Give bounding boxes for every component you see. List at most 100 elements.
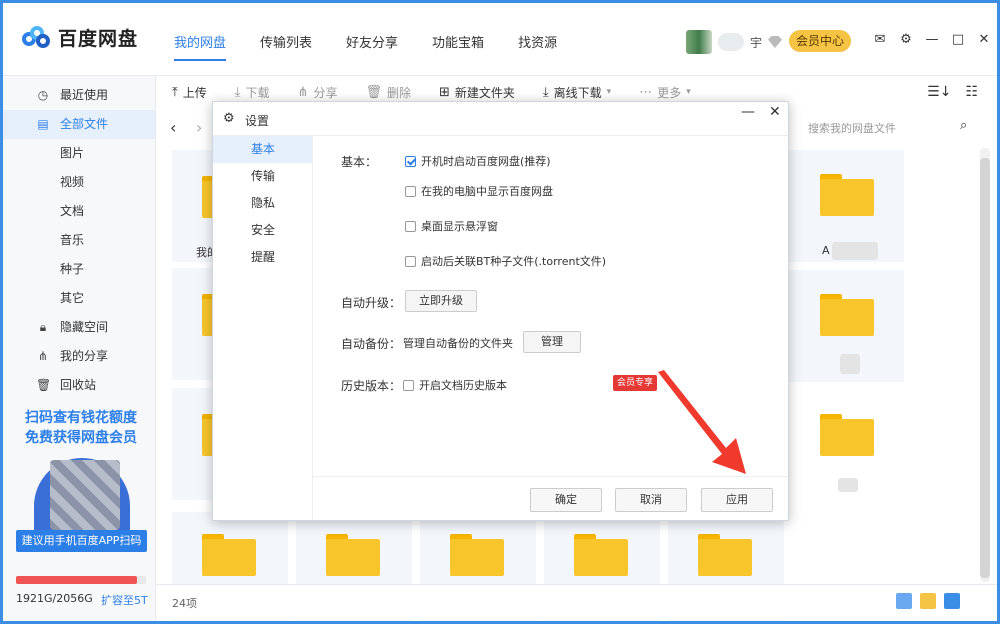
settings-tab-privacy[interactable]: 隐私: [213, 190, 312, 217]
lock-status-icon[interactable]: [944, 593, 960, 609]
forward-arrow-icon[interactable]: ›: [196, 118, 202, 137]
gear-icon: ⚙: [223, 111, 235, 126]
tab-transfer[interactable]: 传输列表: [260, 32, 312, 62]
settings-tab-reminder[interactable]: 提醒: [213, 244, 312, 271]
delete-button[interactable]: 🗑︎ 删除: [365, 84, 411, 101]
sidebar-item-recycle-bin[interactable]: 🗑︎ 回收站: [0, 371, 155, 400]
sidebar-item-my-shares[interactable]: ⋔ 我的分享: [0, 342, 155, 371]
grid-view-icon[interactable]: [896, 593, 912, 609]
cloud-logo-icon: [22, 25, 50, 50]
history-version-checkbox[interactable]: 开启文档历史版本: [403, 377, 507, 393]
promo-banner[interactable]: 扫码查有钱花额度 免费获得网盘会员 建议用手机百度APP扫码: [16, 408, 147, 558]
user-area[interactable]: 宇: [686, 30, 783, 54]
new-folder-icon: ⊞: [438, 84, 450, 100]
manage-backup-button[interactable]: 管理: [523, 331, 581, 353]
ok-button[interactable]: 确定: [530, 488, 602, 512]
app-name: 百度网盘: [58, 28, 139, 50]
settings-basic-panel: 基本： 开机时启动百度网盘(推荐) 在我的电脑中显示百度网盘 桌面显示悬浮窗 启…: [313, 136, 788, 476]
share-icon: ⋔: [37, 349, 49, 363]
tab-find-resources[interactable]: 找资源: [518, 32, 557, 62]
dialog-title: 设置: [245, 114, 270, 128]
sidebar-item-images[interactable]: 图片: [0, 139, 155, 168]
scroll-thumb[interactable]: [980, 158, 990, 578]
folder-name-blurred: [832, 242, 878, 260]
upload-label: 上传: [182, 85, 207, 100]
lock-icon: 🔒︎: [39, 320, 47, 334]
folder-name-blurred: [840, 354, 860, 374]
settings-tabs: 基本 传输 隐私 安全 提醒: [213, 136, 313, 520]
sidebar-item-hidden-space[interactable]: 🔒︎ 隐藏空间: [0, 313, 155, 342]
upload-icon: ⤒: [172, 84, 178, 100]
sidebar-item-videos[interactable]: 视频: [0, 168, 155, 197]
search-input[interactable]: 搜索我的网盘文件: [796, 118, 986, 140]
settings-tab-transfer[interactable]: 传输: [213, 163, 312, 190]
history-version-label: 历史版本：: [341, 379, 402, 393]
storage-progress-fill: [16, 576, 138, 584]
folder-icon: [450, 534, 504, 576]
sidebar-item-music[interactable]: 音乐: [0, 226, 155, 255]
checkbox-unchecked[interactable]: [405, 185, 416, 197]
apply-button[interactable]: 应用: [701, 488, 773, 512]
maximize-icon[interactable]: □: [950, 32, 966, 47]
checkbox-unchecked[interactable]: [405, 255, 416, 267]
folder-icon: [326, 534, 380, 576]
sidebar-item-documents[interactable]: 文档: [0, 197, 155, 226]
expand-storage-link[interactable]: 扩容至5T: [101, 592, 148, 608]
floating-window-checkbox[interactable]: 桌面显示悬浮窗: [405, 218, 498, 234]
close-icon[interactable]: ✕: [976, 32, 992, 47]
folder-item[interactable]: [788, 270, 904, 382]
folder-name: A: [822, 244, 830, 257]
clock-icon: ◷: [37, 88, 49, 102]
upgrade-now-button[interactable]: 立即升级: [405, 290, 477, 312]
more-button[interactable]: ⋯ 更多 ▾: [639, 84, 691, 101]
item-count: 24项: [172, 597, 197, 610]
trash-icon: 🗑︎: [365, 84, 382, 100]
gear-icon[interactable]: ⚙: [898, 32, 914, 47]
avatar[interactable]: [686, 30, 712, 54]
tab-friend-share[interactable]: 好友分享: [346, 32, 398, 62]
cancel-button[interactable]: 取消: [615, 488, 687, 512]
checkbox-unchecked[interactable]: [405, 220, 416, 232]
folder-item[interactable]: A: [788, 150, 904, 262]
search-icon[interactable]: ⌕: [960, 118, 967, 133]
dialog-footer: 确定 取消 应用: [313, 476, 788, 520]
sidebar: ◷ 最近使用 ▤ 全部文件 图片 视频 文档 音乐 种子 其它 🔒︎ 隐藏空间 ⋔ 我的…: [0, 76, 156, 624]
checkbox-label: 开启文档历史版本: [419, 379, 507, 392]
folder-item[interactable]: [788, 390, 904, 502]
tab-toolbox[interactable]: 功能宝箱: [432, 32, 484, 62]
delete-label: 删除: [386, 85, 411, 100]
sidebar-item-recent[interactable]: ◷ 最近使用: [0, 81, 155, 110]
sidebar-item-others[interactable]: 其它: [0, 284, 155, 313]
sort-icon[interactable]: ☰↓: [927, 84, 951, 100]
list-view-icon[interactable]: ☷: [965, 84, 978, 100]
upload-button[interactable]: ⤒ 上传: [172, 84, 207, 101]
folder-icon: [574, 534, 628, 576]
scrollbar[interactable]: [980, 148, 990, 582]
close-icon[interactable]: ✕: [769, 104, 781, 120]
sidebar-item-all-files[interactable]: ▤ 全部文件: [0, 110, 155, 139]
promo-line-1: 扫码查有钱花额度: [25, 410, 137, 426]
sidebar-item-torrents[interactable]: 种子: [0, 255, 155, 284]
member-center-button[interactable]: 会员中心: [789, 30, 851, 52]
checkbox-checked[interactable]: [405, 155, 416, 167]
upload-status-icon[interactable]: [920, 593, 936, 609]
tab-my-disk[interactable]: 我的网盘: [174, 32, 227, 62]
offline-download-button[interactable]: ⤓ 离线下载 ▾: [543, 84, 611, 101]
settings-tab-basic[interactable]: 基本: [213, 136, 312, 163]
settings-tab-security[interactable]: 安全: [213, 217, 312, 244]
show-in-my-computer-checkbox[interactable]: 在我的电脑中显示百度网盘: [405, 183, 553, 199]
offline-download-icon: ⤓: [542, 84, 549, 100]
username-suffix: 宇: [750, 35, 763, 50]
minimize-icon[interactable]: —: [924, 32, 940, 47]
share-button[interactable]: ⋔ 分享: [298, 84, 338, 101]
sidebar-item-label: 回收站: [60, 378, 97, 392]
promo-scan-button[interactable]: 建议用手机百度APP扫码: [16, 530, 147, 552]
download-button[interactable]: ⤓ 下载: [235, 84, 270, 101]
startup-checkbox[interactable]: 开机时启动百度网盘(推荐): [405, 153, 551, 169]
back-arrow-icon[interactable]: ‹: [170, 118, 176, 137]
checkbox-unchecked[interactable]: [403, 379, 414, 391]
new-folder-button[interactable]: ⊞ 新建文件夹: [439, 84, 515, 101]
mail-icon[interactable]: ✉: [872, 32, 888, 47]
bt-association-checkbox[interactable]: 启动后关联BT种子文件(.torrent文件): [405, 253, 606, 269]
minimize-icon[interactable]: —: [741, 104, 755, 120]
